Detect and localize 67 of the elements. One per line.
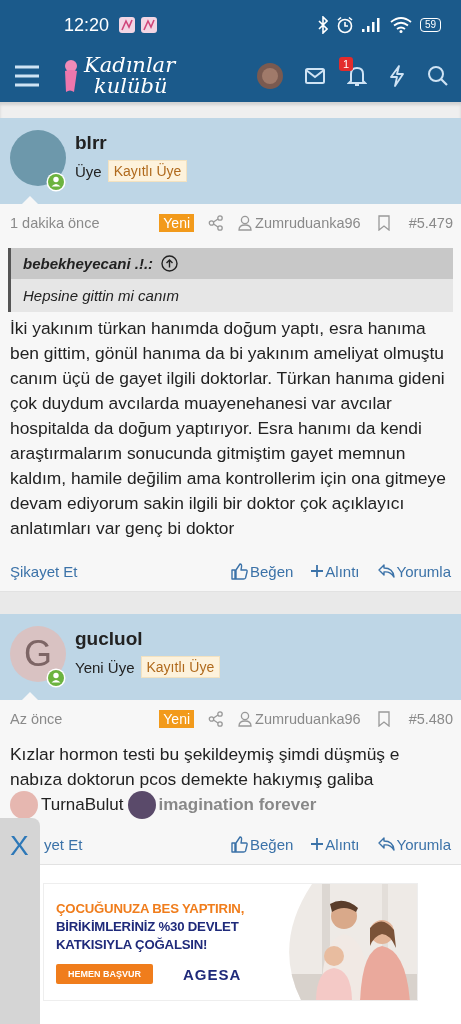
- quote-author: bebekheyecani .!.:: [23, 255, 154, 272]
- author-name[interactable]: Zumruduanka96: [255, 711, 361, 727]
- reply-icon: [377, 836, 395, 852]
- liker-name[interactable]: imagination forever: [158, 795, 317, 815]
- user-icon: [238, 215, 253, 231]
- avatar[interactable]: [127, 791, 156, 819]
- user-role: Üye: [75, 162, 102, 180]
- brand-logo: AGESA: [183, 965, 242, 983]
- quote-link[interactable]: Alıntı: [325, 562, 360, 580]
- reply-icon: [377, 563, 395, 579]
- menu-icon[interactable]: [14, 65, 40, 87]
- plus-icon: [311, 565, 324, 577]
- user-role: Yeni Üye: [75, 658, 135, 676]
- reply-link[interactable]: Yorumla: [396, 562, 451, 580]
- post-number[interactable]: #5.480: [408, 711, 453, 727]
- like-link[interactable]: Beğen: [249, 835, 294, 853]
- arrow-up-icon[interactable]: [161, 255, 179, 272]
- thumbs-up-icon: [230, 562, 248, 580]
- bluetooth-icon: [317, 16, 328, 34]
- search-icon[interactable]: [427, 65, 449, 87]
- notification-badge: 1: [339, 57, 354, 71]
- new-badge: Yeni: [159, 214, 195, 232]
- logo-text: kulübü: [93, 76, 169, 97]
- clock: 12:20: [64, 14, 110, 36]
- post-time[interactable]: Az önce: [10, 711, 63, 727]
- username[interactable]: gucluol: [75, 628, 221, 650]
- quote-text: Hepsine gittin mi canım: [11, 279, 453, 312]
- user-badge: Kayıtlı Üye: [107, 160, 188, 182]
- user-icon: [238, 711, 253, 727]
- lightning-icon[interactable]: [389, 65, 405, 87]
- alarm-icon: [335, 16, 354, 34]
- mail-icon[interactable]: [305, 68, 325, 84]
- thumbs-up-icon: [230, 835, 248, 853]
- post-text: İki yakınım türkan hanımda doğum yaptı, esra hanıma ben gittim, gönül hanıma da bi yakınım ameliyat olmuştu canım üçü de gayet ilgili doktorlar. Türkan hanıma gideni çok duydum avcılarda muayenehanesi var avcılar hospitalda da doğum yaptırıyor. Esra hanımı da kendi araştırmalarım sonucunda gitmiştim gayet memnun kaldım, hamile değilim ama kontrollerim için ona gitmeye devam ediyorum sakin ilgili bir doktor çok açıklayıcı anlatımları var genç bi doktor: [9, 317, 447, 540]
- signal-icon: [361, 18, 382, 32]
- battery-indicator: 59: [419, 18, 441, 32]
- user-badge: Kayıtlı Üye: [140, 656, 221, 678]
- share-icon[interactable]: [208, 711, 225, 727]
- new-badge: Yeni: [159, 710, 195, 728]
- report-link[interactable]: yet Et: [44, 835, 83, 853]
- site-logo[interactable]: Kadınlar kulübü: [60, 55, 176, 97]
- apply-button[interactable]: HEMEN BAŞVUR: [56, 964, 153, 984]
- ad-headline: KATKISIYLA ÇOĞALSIN!: [56, 936, 209, 954]
- share-icon[interactable]: [208, 215, 225, 231]
- username[interactable]: blrr: [75, 132, 188, 154]
- post-text: Kızlar hormon testi bu şekildeymiş şimdi düşmüş e nabıza doktorun pcos demekte hakıymış galiba: [9, 743, 401, 791]
- app-notification-icon: [119, 17, 136, 33]
- avatar-pointer: [22, 692, 38, 700]
- post-number[interactable]: #5.479: [408, 215, 453, 231]
- quote-link[interactable]: Alıntı: [325, 835, 360, 853]
- ad-headline: ÇOCUĞUNUZA BES YAPTIRIN,: [56, 900, 246, 918]
- avatar: [10, 130, 66, 186]
- author-name[interactable]: Zumruduanka96: [255, 215, 361, 231]
- plus-icon: [311, 838, 324, 850]
- reply-link[interactable]: Yorumla: [396, 835, 451, 853]
- liker-name[interactable]: TurnaBulut: [41, 795, 124, 815]
- app-notification-icon: [141, 17, 158, 33]
- ad-headline: BİRİKİMLERİNİZ %30 DEVLET: [56, 918, 240, 936]
- report-link[interactable]: Şikayet Et: [10, 562, 78, 580]
- bell-icon[interactable]: [347, 65, 367, 87]
- post-time[interactable]: 1 dakika önce: [10, 215, 100, 231]
- ad-banner[interactable]: ÇOCUĞUNUZA BES YAPTIRIN, BİRİKİMLERİNİZ %30 DEVLET KATKISIYLA ÇOĞALSIN! HEMEN BAŞVUR AGESA: [43, 883, 418, 1001]
- avatar: G: [10, 626, 66, 682]
- like-link[interactable]: Beğen: [249, 562, 294, 580]
- avatar-pointer: [22, 196, 38, 204]
- logo-text: Kadınlar: [84, 55, 176, 76]
- wifi-icon: [389, 17, 412, 33]
